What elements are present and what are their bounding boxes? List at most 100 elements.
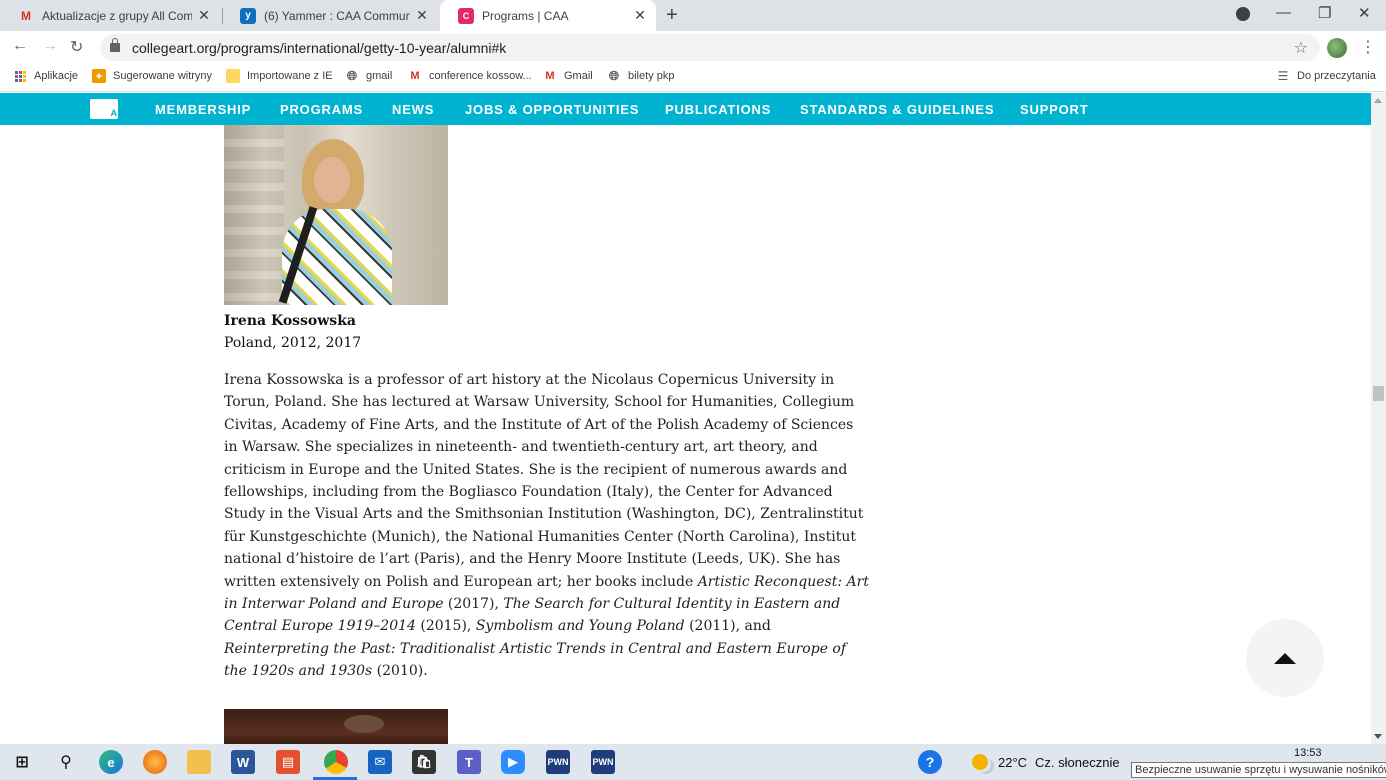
scroll-down-icon[interactable] [1374, 734, 1382, 739]
profile-name: Irena Kossowska [224, 313, 356, 329]
bookmark-gmail[interactable]: M Gmail [543, 69, 593, 83]
menu-icon[interactable]: ⋮ [1360, 37, 1376, 57]
tab-all-company[interactable]: M Aktualizacje z grupy All Company ✕ [0, 0, 220, 31]
tab-title: (6) Yammer : CAA Community : C [264, 8, 410, 23]
bio-text: (2017), [443, 596, 504, 613]
nav-standards-guidelines[interactable]: STANDARDS & GUIDELINES [800, 102, 994, 117]
teams-icon[interactable]: T [457, 750, 481, 774]
bio-text: (2015), [415, 618, 476, 635]
site-navigation: A MEMBERSHIP PROGRAMS NEWS JOBS & OPPORT… [0, 93, 1371, 125]
chrome-icon[interactable] [324, 750, 348, 774]
file-explorer-icon[interactable] [187, 750, 211, 774]
profile-bio: Irena Kossowska is a professor of art hi… [224, 369, 869, 683]
avatar[interactable] [1327, 38, 1347, 58]
bookmark-label: conference kossow... [429, 70, 532, 82]
sunny-icon [972, 754, 988, 770]
close-icon[interactable]: ✕ [198, 7, 210, 24]
globe-icon: 🌐︎ [608, 68, 620, 83]
next-profile-photo [224, 709, 448, 744]
weather-desc: Cz. słonecznie [1035, 754, 1120, 770]
bookmark-imported-ie[interactable]: Importowane z IE [226, 69, 333, 83]
bookmark-apps[interactable]: Aplikacje [13, 69, 78, 83]
tab-title: Programs | CAA [482, 8, 569, 23]
nav-programs[interactable]: PROGRAMS [280, 102, 363, 117]
yammer-icon: y [240, 7, 256, 24]
zoom-icon[interactable]: ▶ [501, 750, 525, 774]
caa-logo[interactable]: A [90, 99, 118, 119]
bookmark-label: bilety pkp [628, 70, 675, 82]
nav-jobs-opportunities[interactable]: JOBS & OPPORTUNITIES [465, 102, 639, 117]
weather-widget[interactable]: 22°C Cz. słonecznie [972, 754, 1120, 770]
gmail-icon: M [545, 70, 555, 82]
window-close-icon[interactable]: ✕ [1358, 4, 1371, 22]
bookmark-label: Sugerowane witryny [113, 70, 213, 82]
taskbar-clock[interactable]: 13:53 [1294, 747, 1322, 759]
mail-icon[interactable]: ✉ [368, 750, 392, 774]
bookmark-star-icon[interactable]: ☆ [1294, 38, 1308, 58]
bio-text: Irena Kossowska is a professor of art hi… [224, 372, 864, 590]
nav-news[interactable]: NEWS [392, 102, 434, 117]
pwn-icon[interactable]: PWN [591, 750, 615, 774]
arrow-up-icon [1274, 652, 1296, 664]
forward-icon[interactable]: → [42, 37, 58, 55]
globe-icon: 🌐︎ [346, 68, 358, 83]
edge-icon[interactable]: e [99, 750, 123, 774]
nav-publications[interactable]: PUBLICATIONS [665, 102, 771, 117]
bookmark-conference[interactable]: M conference kossow... [408, 69, 532, 83]
bio-text: (2010). [372, 663, 428, 680]
book-title: Reinterpreting the Past: Traditionalist … [224, 640, 847, 680]
tray-tooltip: Bezpieczne usuwanie sprzętu i wysuwanie … [1131, 762, 1386, 778]
firefox-icon[interactable] [143, 750, 167, 774]
tab-yammer[interactable]: y (6) Yammer : CAA Community : C ✕ [222, 0, 438, 31]
weather-temp: 22°C [998, 754, 1028, 770]
reading-list-button[interactable]: ☰ Do przeczytania [1276, 69, 1376, 83]
tab-programs-caa[interactable]: C Programs | CAA ✕ [440, 0, 656, 31]
profile-meta: Poland, 2012, 2017 [224, 335, 362, 351]
gmail-icon: M [410, 70, 420, 82]
windows-start-icon[interactable]: ⊞ [10, 750, 34, 774]
book-title: Symbolism and Young Poland [475, 618, 685, 635]
store-icon[interactable]: 🛍︎ [412, 750, 436, 774]
close-icon[interactable]: ✕ [634, 7, 646, 24]
lock-icon [110, 38, 120, 52]
browser-toolbar: ← → ↻ collegeart.org/programs/internatio… [0, 31, 1386, 63]
new-tab-button[interactable]: + [666, 4, 678, 27]
bookmark-label: gmail [366, 70, 393, 82]
apps-icon [13, 69, 27, 83]
bookmark-label: Aplikacje [34, 70, 79, 82]
nav-membership[interactable]: MEMBERSHIP [155, 102, 251, 117]
close-icon[interactable]: ✕ [416, 7, 428, 24]
nav-support[interactable]: SUPPORT [1020, 102, 1088, 117]
pdf-icon[interactable]: ▤ [276, 750, 300, 774]
url-text: collegeart.org/programs/international/ge… [132, 39, 507, 56]
minimize-icon[interactable]: — [1276, 4, 1291, 21]
caa-icon: C [458, 7, 474, 24]
tab-title: Aktualizacje z grupy All Company [42, 8, 192, 23]
search-icon[interactable]: ⚲ [54, 750, 78, 774]
main-content: Irena Kossowska Poland, 2012, 2017 Irena… [0, 125, 1371, 744]
folder-icon [226, 69, 240, 83]
restore-icon[interactable]: ❐ [1318, 4, 1331, 22]
reading-list-label: Do przeczytania [1297, 70, 1376, 82]
bookmark-label: Importowane z IE [247, 70, 333, 82]
word-icon[interactable]: W [231, 750, 255, 774]
bookmark-gmail-lower[interactable]: 🌐︎ gmail [345, 68, 393, 83]
help-icon[interactable]: ? [918, 750, 942, 774]
page-scrollbar[interactable] [1371, 93, 1386, 744]
reload-icon[interactable]: ↻ [70, 37, 83, 57]
back-icon[interactable]: ← [12, 37, 28, 55]
bookmarks-bar: Aplikacje ✦ Sugerowane witryny Importowa… [0, 63, 1386, 92]
tab-search-icon[interactable] [1236, 7, 1250, 21]
reading-list-icon: ☰ [1277, 69, 1289, 83]
pwn-icon[interactable]: PWN [546, 750, 570, 774]
bookmark-label: Gmail [564, 70, 593, 82]
back-to-top-button[interactable] [1246, 619, 1324, 697]
bio-text: (2011), and [684, 618, 771, 635]
bookmark-suggested-sites[interactable]: ✦ Sugerowane witryny [92, 69, 212, 83]
scroll-thumb[interactable] [1373, 386, 1384, 401]
scroll-up-icon[interactable] [1374, 98, 1382, 103]
profile-photo [224, 125, 448, 305]
address-bar[interactable]: collegeart.org/programs/international/ge… [100, 34, 1320, 61]
gmail-icon: M [21, 8, 31, 23]
bookmark-bilety-pkp[interactable]: 🌐︎ bilety pkp [607, 68, 675, 83]
